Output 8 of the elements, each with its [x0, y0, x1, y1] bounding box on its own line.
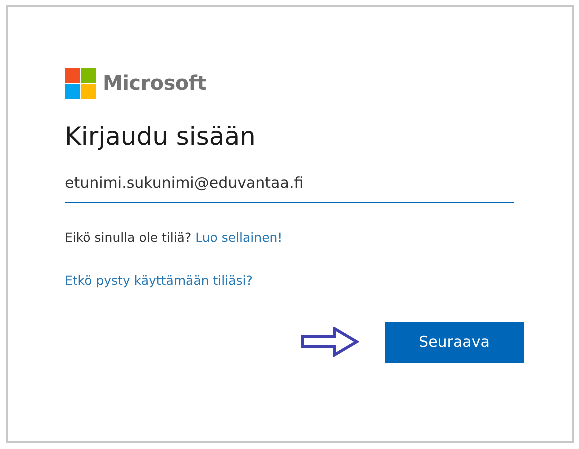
brand-name: Microsoft — [103, 70, 206, 97]
next-button[interactable]: Seuraava — [385, 322, 524, 363]
create-account-link[interactable]: Luo sellainen! — [196, 230, 283, 245]
logo-icon — [65, 68, 96, 98]
arrow-icon — [301, 327, 359, 358]
no-account-text: Eikö sinulla ole tiliä? Luo sellainen! — [65, 229, 284, 247]
cant-access-link[interactable]: Etkö pysty käyttämään tiliäsi? — [65, 272, 253, 290]
page-title: Kirjaudu sisään — [65, 121, 257, 153]
